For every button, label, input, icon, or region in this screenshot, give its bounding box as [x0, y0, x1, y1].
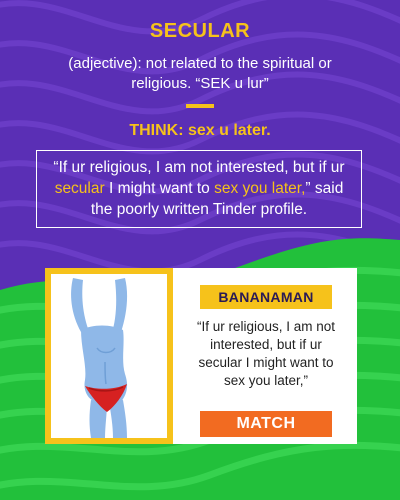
quote-text-1: “If ur religious, I am not interested, b…: [53, 159, 345, 176]
think-text: THINK: sex u later.: [129, 122, 271, 139]
profile-photo-frame: [45, 268, 173, 444]
body-illustration: [71, 278, 128, 438]
match-button[interactable]: MATCH: [200, 411, 332, 437]
definition-text: (adjective): not related to the spiritua…: [68, 55, 332, 92]
quote-highlight-sex-you-later: sex you later,: [214, 180, 306, 197]
profile-card: BANANAMAN “If ur religious, I am not int…: [45, 268, 357, 444]
profile-photo: [51, 274, 167, 438]
profile-name-badge: BANANAMAN: [200, 285, 332, 309]
quote-highlight-secular: secular: [54, 180, 105, 197]
divider: [186, 104, 214, 108]
quote-text-2: I might want to: [104, 180, 215, 197]
word-title: SECULAR: [149, 20, 251, 42]
quote-box: “If ur religious, I am not interested, b…: [36, 150, 362, 228]
profile-quote: “If ur religious, I am not interested, b…: [196, 319, 336, 388]
